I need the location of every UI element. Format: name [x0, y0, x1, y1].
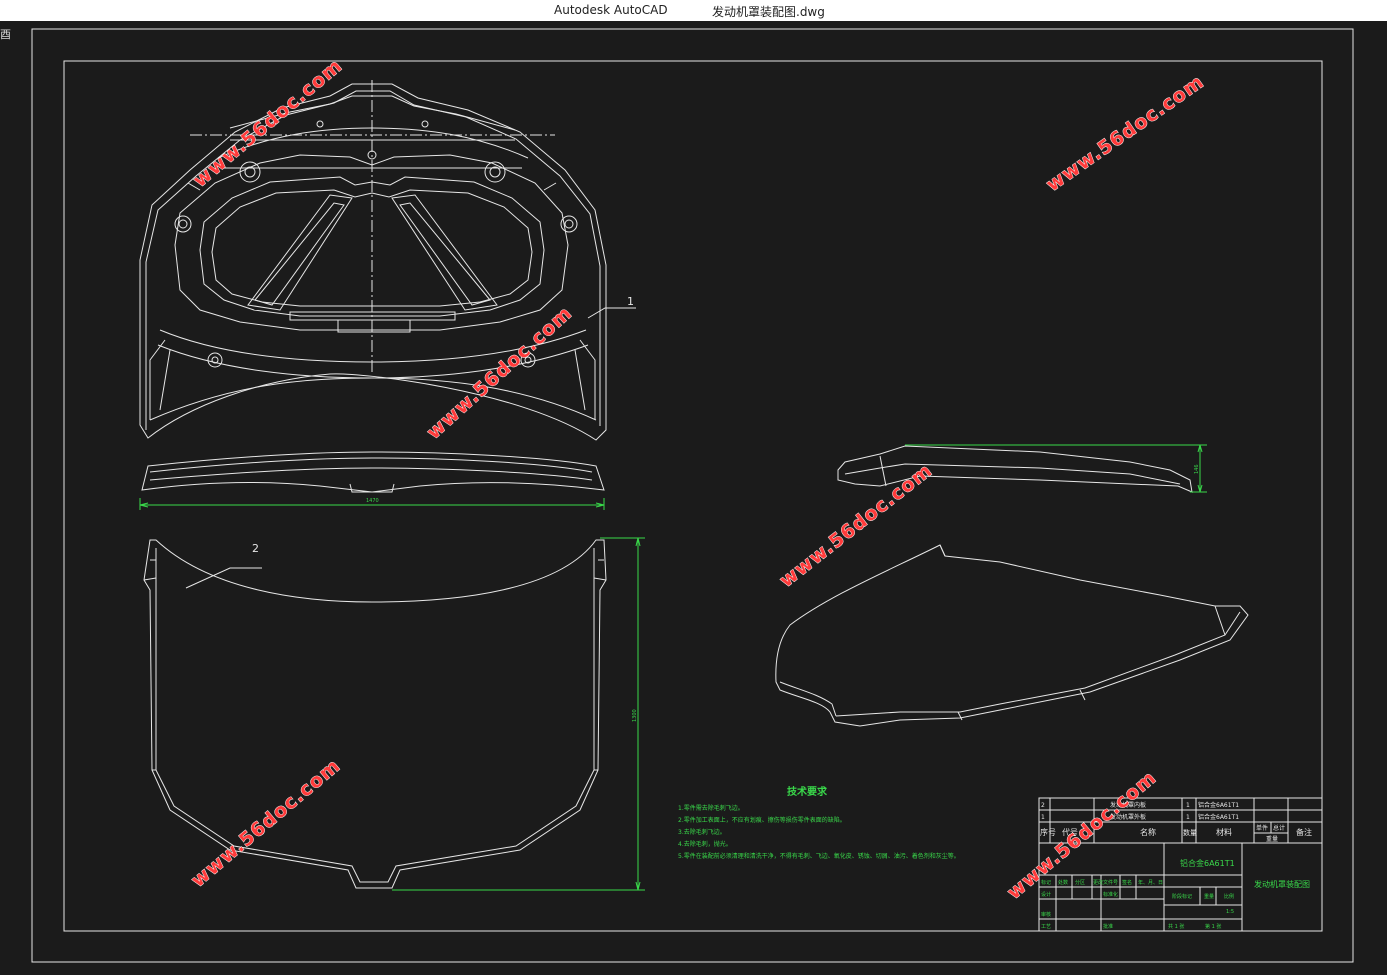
sheets-total: 共 1 张: [1168, 923, 1184, 930]
dim-height-value: 146: [1194, 464, 1200, 474]
sheet-number: 第 1 张: [1205, 923, 1221, 930]
stage-mark-label: 阶段标记: [1172, 893, 1192, 900]
tech-req-item: 2.零件加工表面上，不应有划痕、擦伤等损伤零件表面的缺陷。: [678, 816, 846, 824]
drawing-canvas[interactable]: 1 1470 2 1300 146 技术要求 1.零件需去除毛刺飞边。 2.零件…: [0, 21, 1387, 975]
bom-header: 重量: [1266, 835, 1278, 843]
revision-row: 标记 处数 分区 更改文件号 签名 年、月、日: [1041, 879, 1163, 886]
bom-header: 备注: [1296, 827, 1312, 837]
revision-cell: 更改文件号: [1093, 879, 1118, 886]
length-dimension[interactable]: [392, 537, 645, 891]
watermark-text: www.56doc.com: [423, 302, 577, 444]
bom-cell: 1: [1186, 814, 1190, 821]
hood-inner-panel-view[interactable]: [139, 80, 636, 441]
checker-label: 审核: [1041, 911, 1051, 918]
tech-req-item: 4.去除毛刺，抛光。: [678, 840, 732, 848]
bom-cell: 铝合金6A61T1: [1198, 801, 1239, 809]
tech-req-title: 技术要求: [787, 785, 828, 798]
tech-req-list: 1.零件需去除毛刺飞边。 2.零件加工表面上，不应有划痕、擦伤等损伤零件表面的缺…: [678, 804, 960, 860]
watermark-text: www.56doc.com: [776, 459, 937, 592]
tech-req-item: 5.零件在装配前必须清理和清洗干净，不得有毛刺、飞边、氧化皮、锈蚀、切屑、油污、…: [678, 852, 960, 860]
bom-header: 材料: [1216, 827, 1232, 837]
revision-cell: 年、月、日: [1138, 879, 1163, 886]
file-name: 发动机罩装配图.dwg: [712, 5, 825, 19]
watermark-text: www.56doc.com: [187, 755, 345, 892]
designer-label: 设计: [1041, 891, 1051, 898]
bom-cell: 1: [1186, 802, 1190, 809]
app-name: Autodesk AutoCAD: [554, 3, 668, 17]
bom-cell: 铝合金6A61T1: [1198, 813, 1239, 821]
bom-header: 数量: [1183, 828, 1197, 837]
window-title-bar: Autodesk AutoCAD 发动机罩装配图.dwg: [0, 0, 1387, 21]
approve-label: 批准: [1103, 923, 1113, 930]
scale-label: 比例: [1224, 893, 1234, 900]
revision-cell: 处数: [1058, 879, 1068, 886]
hood-front-elevation[interactable]: [141, 451, 605, 493]
dim-width-value: 1470: [366, 498, 379, 504]
dim-length-value: 1300: [632, 709, 638, 722]
tech-req-item: 3.去除毛刺飞边。: [678, 828, 726, 836]
bom-header: 总计: [1273, 824, 1285, 832]
hood-outer-panel-view[interactable]: [143, 539, 607, 889]
standardization-label: 标准化: [1103, 891, 1118, 898]
balloon-1: 1: [627, 295, 634, 308]
process-label: 工艺: [1041, 924, 1051, 930]
balloon-2: 2: [252, 542, 259, 555]
revision-cell: 签名: [1122, 879, 1132, 886]
drawing-title: 发动机罩装配图: [1254, 879, 1310, 889]
material-mark: 铝合金6A61T1: [1180, 858, 1235, 868]
bom-header: 单件: [1256, 824, 1268, 832]
scale-value: 1:5: [1226, 909, 1234, 915]
watermark-text: www.56doc.com: [1042, 71, 1208, 196]
tech-req-item: 1.零件需去除毛刺飞边。: [678, 804, 744, 812]
bom-cell: 1: [1041, 814, 1045, 821]
hood-isometric-view[interactable]: [775, 544, 1249, 727]
bom-header: 序号: [1040, 827, 1056, 837]
bom-header: 名称: [1140, 827, 1156, 837]
revision-cell: 分区: [1075, 879, 1085, 886]
bom-cell: 2: [1041, 802, 1045, 809]
weight-label: 重量: [1204, 893, 1214, 900]
